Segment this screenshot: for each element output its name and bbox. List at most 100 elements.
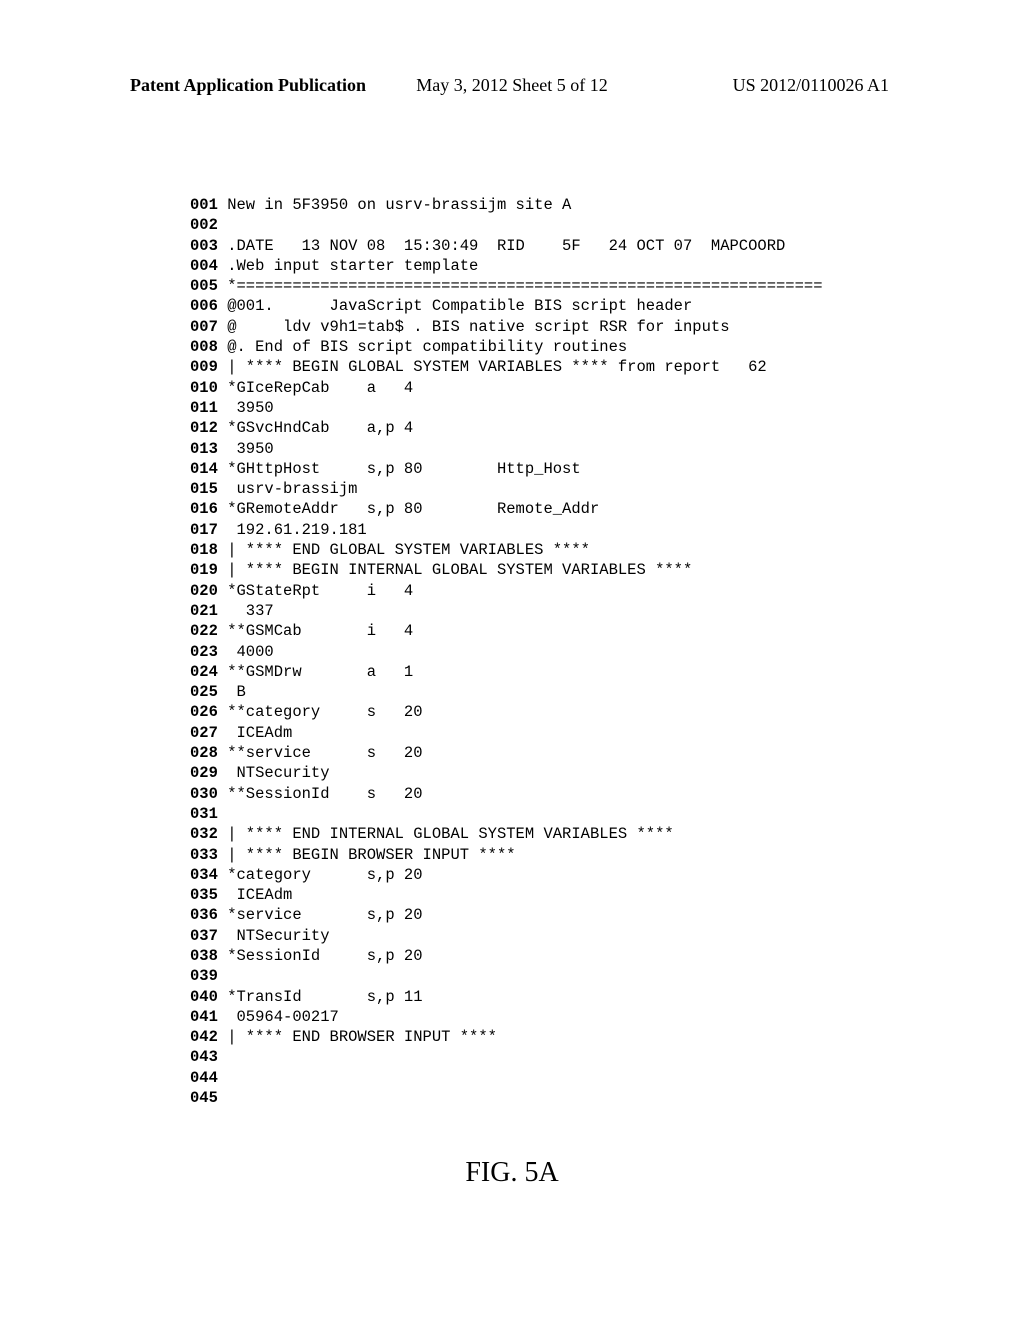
line-number: 039: [190, 967, 218, 985]
line-content: ICEAdm: [218, 724, 292, 742]
code-line: 039: [190, 966, 823, 986]
line-number: 034: [190, 866, 218, 884]
line-number: 005: [190, 277, 218, 295]
line-content: *GIceRepCab a 4: [218, 379, 413, 397]
code-line: 015 usrv-brassijm: [190, 479, 823, 499]
code-line: 040 *TransId s,p 11: [190, 987, 823, 1007]
line-number: 042: [190, 1028, 218, 1046]
line-number: 030: [190, 785, 218, 803]
code-line: 031: [190, 804, 823, 824]
code-line: 028 **service s 20: [190, 743, 823, 763]
line-content: *=======================================…: [218, 277, 823, 295]
line-content: | **** BEGIN BROWSER INPUT ****: [218, 846, 516, 864]
line-number: 033: [190, 846, 218, 864]
line-number: 007: [190, 318, 218, 336]
code-line: 042 | **** END BROWSER INPUT ****: [190, 1027, 823, 1047]
line-number: 045: [190, 1089, 218, 1107]
line-number: 021: [190, 602, 218, 620]
line-content: *GStateRpt i 4: [218, 582, 413, 600]
code-line: 037 NTSecurity: [190, 926, 823, 946]
line-number: 025: [190, 683, 218, 701]
line-number: 015: [190, 480, 218, 498]
line-number: 014: [190, 460, 218, 478]
line-content: @ ldv v9h1=tab$ . BIS native script RSR …: [218, 318, 730, 336]
code-line: 032 | **** END INTERNAL GLOBAL SYSTEM VA…: [190, 824, 823, 844]
code-line: 002: [190, 215, 823, 235]
code-line: 008 @. End of BIS script compatibility r…: [190, 337, 823, 357]
line-number: 004: [190, 257, 218, 275]
line-number: 018: [190, 541, 218, 559]
line-content: **category s 20: [218, 703, 423, 721]
line-number: 024: [190, 663, 218, 681]
code-line: 023 4000: [190, 642, 823, 662]
code-line: 005 *===================================…: [190, 276, 823, 296]
line-content: **SessionId s 20: [218, 785, 423, 803]
code-line: 018 | **** END GLOBAL SYSTEM VARIABLES *…: [190, 540, 823, 560]
line-content: | **** END BROWSER INPUT ****: [218, 1028, 497, 1046]
code-line: 009 | **** BEGIN GLOBAL SYSTEM VARIABLES…: [190, 357, 823, 377]
line-content: **GSMDrw a 1: [218, 663, 413, 681]
line-number: 003: [190, 237, 218, 255]
code-line: 024 **GSMDrw a 1: [190, 662, 823, 682]
code-line: 036 *service s,p 20: [190, 905, 823, 925]
line-number: 028: [190, 744, 218, 762]
line-number: 020: [190, 582, 218, 600]
line-number: 017: [190, 521, 218, 539]
line-number: 032: [190, 825, 218, 843]
line-number: 029: [190, 764, 218, 782]
code-line: 025 B: [190, 682, 823, 702]
line-number: 009: [190, 358, 218, 376]
line-content: | **** BEGIN GLOBAL SYSTEM VARIABLES ***…: [218, 358, 767, 376]
line-number: 040: [190, 988, 218, 1006]
line-number: 011: [190, 399, 218, 417]
code-line: 016 *GRemoteAddr s,p 80 Remote_Addr: [190, 499, 823, 519]
line-content: **service s 20: [218, 744, 423, 762]
line-number: 036: [190, 906, 218, 924]
code-line: 019 | **** BEGIN INTERNAL GLOBAL SYSTEM …: [190, 560, 823, 580]
line-content: B: [218, 683, 246, 701]
line-number: 031: [190, 805, 218, 823]
code-line: 014 *GHttpHost s,p 80 Http_Host: [190, 459, 823, 479]
line-content: usrv-brassijm: [218, 480, 358, 498]
line-number: 023: [190, 643, 218, 661]
code-line: 006 @001. JavaScript Compatible BIS scri…: [190, 296, 823, 316]
code-line: 026 **category s 20: [190, 702, 823, 722]
line-content: 337: [218, 602, 274, 620]
code-line: 044: [190, 1068, 823, 1088]
line-number: 037: [190, 927, 218, 945]
code-line: 004 .Web input starter template: [190, 256, 823, 276]
line-number: 012: [190, 419, 218, 437]
line-number: 041: [190, 1008, 218, 1026]
line-content: 4000: [218, 643, 274, 661]
code-line: 030 **SessionId s 20: [190, 784, 823, 804]
line-number: 010: [190, 379, 218, 397]
line-number: 002: [190, 216, 218, 234]
line-number: 001: [190, 196, 218, 214]
line-number: 019: [190, 561, 218, 579]
line-content: ICEAdm: [218, 886, 292, 904]
line-content: 3950: [218, 440, 274, 458]
code-line: 017 192.61.219.181: [190, 520, 823, 540]
code-line: 022 **GSMCab i 4: [190, 621, 823, 641]
code-line: 041 05964-00217: [190, 1007, 823, 1027]
code-line: 034 *category s,p 20: [190, 865, 823, 885]
code-line: 013 3950: [190, 439, 823, 459]
code-line: 033 | **** BEGIN BROWSER INPUT ****: [190, 845, 823, 865]
line-content: | **** BEGIN INTERNAL GLOBAL SYSTEM VARI…: [218, 561, 692, 579]
line-content: | **** END INTERNAL GLOBAL SYSTEM VARIAB…: [218, 825, 674, 843]
line-content: *service s,p 20: [218, 906, 423, 924]
code-line: 007 @ ldv v9h1=tab$ . BIS native script …: [190, 317, 823, 337]
code-line: 012 *GSvcHndCab a,p 4: [190, 418, 823, 438]
code-line: 035 ICEAdm: [190, 885, 823, 905]
code-line: 045: [190, 1088, 823, 1108]
code-line: 038 *SessionId s,p 20: [190, 946, 823, 966]
code-line: 029 NTSecurity: [190, 763, 823, 783]
figure-label: FIG. 5A: [0, 1157, 1024, 1189]
line-content: @. End of BIS script compatibility routi…: [218, 338, 627, 356]
line-content: **GSMCab i 4: [218, 622, 413, 640]
line-content: *GRemoteAddr s,p 80 Remote_Addr: [218, 500, 599, 518]
line-content: NTSecurity: [218, 927, 330, 945]
code-line: 001 New in 5F3950 on usrv-brassijm site …: [190, 195, 823, 215]
line-content: 3950: [218, 399, 274, 417]
line-content: *GSvcHndCab a,p 4: [218, 419, 413, 437]
